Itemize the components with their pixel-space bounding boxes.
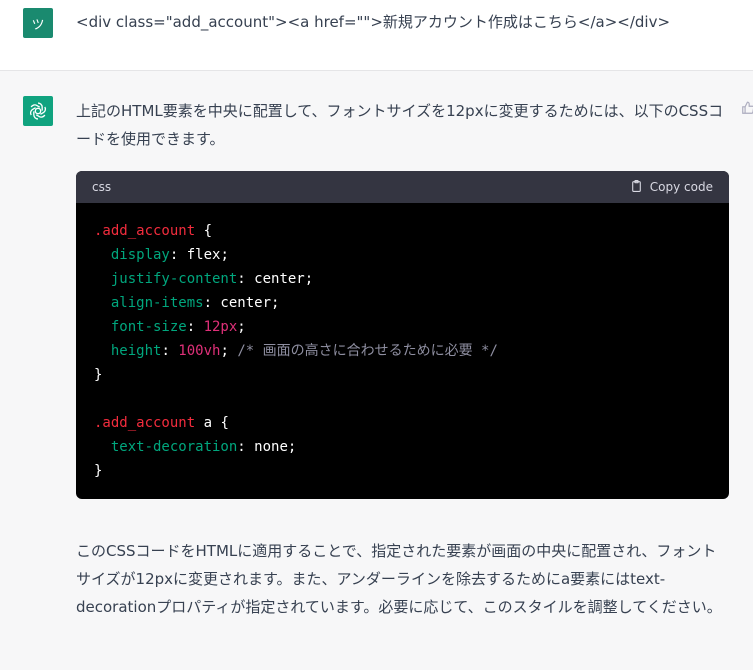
code-line: display: flex; (94, 243, 729, 267)
code-line: .add_account a { (94, 411, 729, 435)
clipboard-icon (630, 179, 643, 196)
code-token-prop: height (110, 343, 162, 359)
code-token-plain: : center; (237, 271, 314, 287)
code-line: align-items: center; (94, 291, 729, 315)
code-token-plain: : center; (203, 295, 280, 311)
code-token-plain: : flex; (169, 247, 229, 263)
openai-logo-icon (23, 96, 53, 126)
assistant-outro-text: このCSSコードをHTMLに適用することで、指定された要素が画面の中央に配置され… (76, 542, 722, 616)
user-message-row: ツ <div class="add_account"><a href="">新規… (0, 0, 753, 71)
code-language-label: css (92, 180, 112, 194)
code-token-plain: ; (220, 343, 238, 359)
code-token-plain: : (186, 319, 204, 335)
code-line: height: 100vh; /* 画面の高さに合わせるために必要 */ (94, 339, 729, 363)
thumbs-up-icon[interactable] (741, 100, 753, 114)
code-token-prop: justify-content (110, 271, 238, 287)
code-token-num: 100vh (178, 343, 221, 359)
code-line: text-decoration: none; (94, 435, 729, 459)
assistant-intro-text: 上記のHTML要素を中央に配置して、フォントサイズを12pxに変更するためには、… (76, 102, 724, 148)
user-message-text: <div class="add_account"><a href="">新規アカ… (76, 13, 671, 31)
code-token-prop: text-decoration (110, 439, 238, 455)
code-token-num: 12px (203, 319, 238, 335)
code-token-plain: : none; (237, 439, 297, 455)
user-avatar: ツ (23, 8, 53, 38)
code-header: css Copy code (76, 171, 729, 203)
copy-code-label: Copy code (649, 180, 713, 194)
code-token-plain: { (195, 223, 213, 239)
code-token-comment: /* 画面の高さに合わせるために必要 */ (237, 343, 498, 359)
code-line: } (94, 363, 729, 387)
code-token-selector: .add_account (94, 415, 196, 431)
copy-code-button[interactable]: Copy code (630, 179, 713, 196)
code-token-plain: : (161, 343, 179, 359)
code-line: } (94, 459, 729, 483)
code-token-prop: align-items (110, 295, 204, 311)
code-token-plain: ; (237, 319, 246, 335)
code-line: .add_account { (94, 219, 729, 243)
code-block: css Copy code .add_account { display: fl… (76, 171, 729, 499)
code-token-prop: font-size (110, 319, 187, 335)
code-token-prop: display (110, 247, 170, 263)
code-token-selector: .add_account (94, 223, 196, 239)
chat-page: ツ <div class="add_account"><a href="">新規… (0, 0, 753, 670)
code-token-plain: } (94, 463, 103, 479)
code-content: .add_account { display: flex; justify-co… (76, 203, 729, 483)
code-line: font-size: 12px; (94, 315, 729, 339)
code-token-plain: } (94, 367, 103, 383)
code-token-plain: a { (195, 415, 229, 431)
code-line: justify-content: center; (94, 267, 729, 291)
